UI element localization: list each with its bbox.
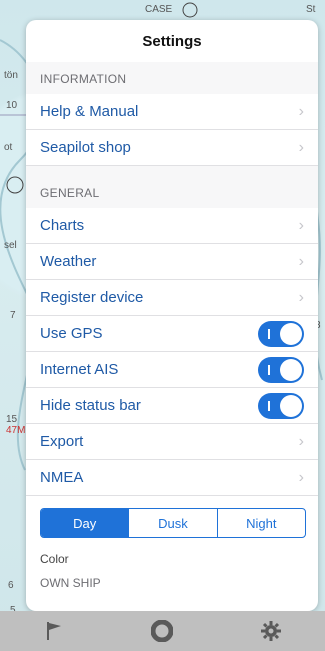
chevron-right-icon: › (298, 432, 304, 450)
gear-icon[interactable] (256, 616, 286, 646)
map-label-sel: sel (4, 240, 17, 251)
chevron-right-icon: › (298, 138, 304, 156)
flag-icon[interactable] (39, 616, 69, 646)
tab-bar (0, 611, 325, 651)
seapilot-shop-row[interactable]: Seapilot shop › (26, 130, 318, 166)
toggle-knob (280, 394, 302, 417)
internet-ais-label: Internet AIS (40, 361, 119, 378)
register-device-label: Register device (40, 289, 144, 306)
map-label-ot: ot (4, 142, 13, 153)
section-spacer (26, 86, 318, 94)
internet-ais-toggle[interactable] (258, 356, 304, 383)
color-mode-segmented-control: Day Dusk Night (40, 508, 306, 538)
settings-title: Settings (142, 32, 202, 50)
map-label-case: CASE (145, 4, 173, 15)
toggle-on-icon (268, 328, 270, 339)
map-label-10: 10 (6, 100, 18, 111)
use-gps-label: Use GPS (40, 325, 103, 342)
internet-ais-row: Internet AIS (26, 352, 318, 388)
map-label-47m: 47M (6, 425, 26, 436)
map-label-6: 6 (8, 580, 14, 591)
segment-dusk[interactable]: Dusk (128, 509, 216, 537)
map-label-st: St (306, 4, 316, 15)
export-label: Export (40, 433, 84, 450)
map-label-15: 15 (6, 414, 18, 425)
nmea-label: NMEA (40, 469, 84, 486)
section-header-information: INFORMATION (26, 62, 318, 86)
chevron-right-icon: › (298, 252, 304, 270)
section-header-own-ship: OWN SHIP (40, 576, 101, 590)
map-label-ton: tön (4, 70, 18, 81)
charts-row[interactable]: Charts › (26, 208, 318, 244)
hide-status-bar-row: Hide status bar (26, 388, 318, 424)
nmea-row[interactable]: NMEA › (26, 460, 318, 496)
toggle-on-icon (268, 400, 270, 411)
general-list: Charts › Weather › Register device › Use… (26, 208, 318, 496)
help-manual-row[interactable]: Help & Manual › (26, 94, 318, 130)
section-spacer (26, 200, 318, 208)
toggle-knob (280, 358, 302, 381)
settings-popover: Settings INFORMATION Help & Manual › Sea… (26, 20, 318, 611)
chevron-right-icon: › (298, 468, 304, 486)
seapilot-shop-label: Seapilot shop (40, 139, 131, 156)
chevron-right-icon: › (298, 288, 304, 306)
weather-label: Weather (40, 253, 97, 270)
color-caption: Color (40, 552, 69, 566)
information-list: Help & Manual › Seapilot shop › (26, 94, 318, 166)
use-gps-toggle[interactable] (258, 320, 304, 347)
hide-status-bar-toggle[interactable] (258, 392, 304, 419)
hide-status-bar-label: Hide status bar (40, 397, 141, 414)
toggle-knob (280, 322, 302, 345)
segment-night[interactable]: Night (216, 509, 305, 537)
use-gps-row: Use GPS (26, 316, 318, 352)
lifebuoy-icon[interactable] (147, 616, 177, 646)
section-header-general: GENERAL (26, 166, 318, 200)
chevron-right-icon: › (298, 102, 304, 120)
map-label-7: 7 (10, 310, 16, 321)
toggle-on-icon (268, 364, 270, 375)
segment-day[interactable]: Day (41, 509, 129, 537)
charts-label: Charts (40, 217, 85, 234)
help-manual-label: Help & Manual (40, 103, 139, 120)
weather-row[interactable]: Weather › (26, 244, 318, 280)
register-device-row[interactable]: Register device › (26, 280, 318, 316)
chevron-right-icon: › (298, 216, 304, 234)
export-row[interactable]: Export › (26, 424, 318, 460)
